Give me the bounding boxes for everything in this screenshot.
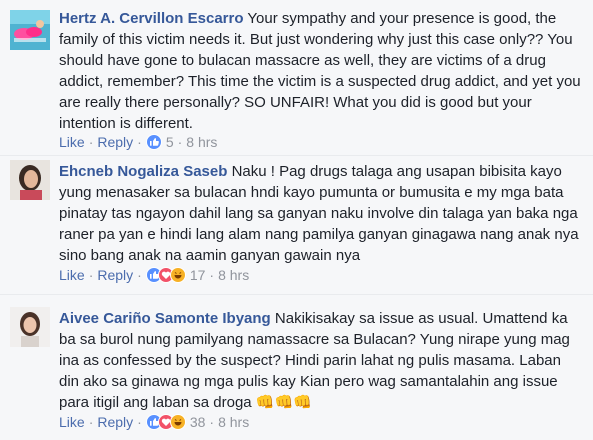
comment-text: Your sympathy and your presence is good,… [59, 10, 581, 132]
separator-dot: · [88, 267, 94, 283]
reactions[interactable] [145, 414, 186, 430]
comment-body: Ehcneb Nogaliza Saseb Naku ! Pag drugs t… [59, 161, 584, 266]
reaction-count[interactable]: 17 [190, 266, 206, 284]
comment-actions: Like · Reply · 5 · 8 hrs [59, 133, 217, 151]
comment-body: Hertz A. Cervillon Escarro Your sympathy… [59, 8, 584, 134]
like-link[interactable]: Like [59, 266, 85, 284]
separator-dot: · [88, 134, 94, 150]
comment-author[interactable]: Ehcneb Nogaliza Saseb [59, 163, 227, 180]
comment-author[interactable]: Hertz A. Cervillon Escarro [59, 10, 244, 27]
avatar[interactable] [10, 307, 50, 347]
separator-dot: · [137, 267, 142, 283]
separator-dot: · [209, 267, 215, 283]
haha-icon [169, 414, 186, 430]
comment-time[interactable]: 8 hrs [218, 266, 249, 284]
haha-icon [169, 267, 186, 283]
comment-time[interactable]: 8 hrs [186, 133, 217, 151]
reactions[interactable] [145, 134, 162, 150]
divider [0, 294, 593, 295]
separator-dot: · [177, 134, 183, 150]
comment-actions: Like · Reply · 17 · 8 hrs [59, 266, 249, 284]
separator-dot: · [209, 414, 215, 430]
avatar-image [10, 307, 50, 347]
reaction-count[interactable]: 5 [166, 133, 174, 151]
comment-actions: Like · Reply · 38 · 8 hrs [59, 413, 249, 431]
comment-body: Aivee Cariño Samonte Ibyang Nakikisakay … [59, 308, 584, 413]
avatar[interactable] [10, 160, 50, 200]
avatar-image [10, 160, 50, 200]
divider [0, 155, 593, 156]
avatar[interactable] [10, 10, 50, 50]
reaction-count[interactable]: 38 [190, 413, 206, 431]
reactions[interactable] [145, 267, 186, 283]
avatar-image [10, 10, 50, 50]
like-link[interactable]: Like [59, 133, 85, 151]
separator-dot: · [137, 134, 142, 150]
comment-author[interactable]: Aivee Cariño Samonte Ibyang [59, 310, 271, 327]
fist-emoji: 👊👊👊 [255, 394, 312, 411]
reply-link[interactable]: Reply [97, 133, 133, 151]
comment-time[interactable]: 8 hrs [218, 413, 249, 431]
reply-link[interactable]: Reply [97, 413, 133, 431]
reply-link[interactable]: Reply [97, 266, 133, 284]
separator-dot: · [137, 414, 142, 430]
separator-dot: · [88, 414, 94, 430]
like-link[interactable]: Like [59, 413, 85, 431]
like-icon [145, 134, 162, 150]
